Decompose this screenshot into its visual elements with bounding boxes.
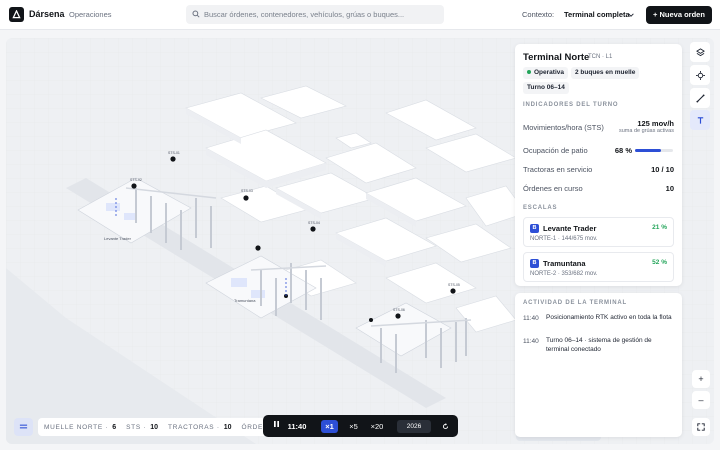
layers-tool[interactable] — [690, 42, 710, 62]
speed-x1-button[interactable]: ×1 — [321, 420, 338, 433]
search-input[interactable] — [204, 5, 440, 24]
zoom-out-button[interactable]: – — [692, 391, 710, 409]
search-box[interactable] — [186, 5, 444, 24]
context-select[interactable]: Terminal completa — [558, 5, 640, 24]
measure-tool[interactable] — [690, 88, 710, 108]
call-card[interactable]: B Levante Trader 21 % NORTE-1 · 144/675 … — [523, 217, 674, 247]
crane-label: STS-06 — [393, 308, 405, 312]
cranes-heading: ESCALAS — [523, 205, 558, 211]
reset-button[interactable] — [439, 420, 451, 433]
locate-tool[interactable] — [690, 65, 710, 85]
activity-time: 11:40 — [523, 315, 539, 322]
menu-icon — [19, 424, 28, 429]
fullscreen-icon — [697, 423, 705, 431]
search-icon — [192, 10, 200, 18]
pause-icon — [273, 421, 279, 427]
context-label: Contexto: — [522, 10, 555, 19]
activity-panel: ACTIVIDAD DE LA TERMINAL 11:40 Posiciona… — [515, 293, 682, 437]
crane-label: STS-05 — [448, 283, 460, 287]
year-field[interactable]: 2026 — [397, 420, 431, 433]
indicator-value: 10 / 10 — [651, 165, 674, 174]
call-sub: NORTE-2 · 353/682 mov. — [530, 271, 598, 277]
status-text: Operativa — [534, 69, 564, 76]
indicators-heading: INDICADORES DEL TURNO — [523, 102, 619, 108]
terminal-code: TCN · L1 — [588, 54, 613, 60]
brand-name: Dársena — [29, 9, 65, 19]
terminal-panel: Terminal Norte TCN · L1 Operativa 2 buqu… — [515, 44, 682, 286]
speed-x20-button[interactable]: ×20 — [367, 420, 387, 433]
legend-toggle[interactable] — [14, 418, 33, 436]
label-tool[interactable] — [690, 110, 710, 130]
indicator-value: 10 — [665, 184, 674, 193]
call-progress: 52 % — [652, 259, 667, 266]
simulation-bar: 11:40 ×1 ×5 ×20 2026 — [263, 415, 458, 437]
occupancy-fill — [635, 149, 661, 152]
stat-label: MUELLE NORTE · — [44, 423, 109, 431]
call-card[interactable]: B Tramuntana 52 % NORTE-2 · 353/682 mov. — [523, 252, 674, 282]
pause-button[interactable] — [271, 420, 281, 433]
status-badge: Operativa — [523, 67, 568, 79]
status-dot — [527, 70, 531, 75]
activity-time: 11:40 — [523, 338, 539, 345]
brand-separator: · — [62, 9, 65, 18]
indicator-value: 125 mov/h — [637, 119, 674, 128]
activity-heading: ACTIVIDAD DE LA TERMINAL — [523, 300, 627, 306]
refresh-icon — [442, 423, 448, 430]
logo[interactable] — [9, 7, 24, 22]
crosshair-icon — [695, 70, 705, 80]
terminal-title: Terminal Norte — [523, 52, 590, 63]
stat-value: 10 — [150, 423, 159, 431]
shift-badge: Turno 06–14 — [523, 82, 569, 94]
activity-text: Turno 06–14 · sistema de gestión de term… — [546, 337, 652, 353]
ship-label-levante: Levante Trader — [104, 236, 132, 241]
call-progress: 21 % — [652, 224, 667, 231]
indicator-label: Órdenes en curso — [523, 184, 583, 193]
crane-label: STS-02 — [130, 178, 142, 182]
text-icon — [697, 116, 703, 124]
indicator-value: 68 % — [614, 146, 632, 155]
zoom-in-button[interactable]: + — [692, 370, 710, 388]
layers-icon — [695, 47, 705, 56]
anchor-icon — [12, 10, 21, 19]
context-value: Terminal completa — [564, 10, 630, 19]
ships-badge: 2 buques en muelle — [571, 67, 640, 79]
new-order-button[interactable]: + Nueva orden — [646, 6, 712, 24]
chevron-down-icon — [628, 13, 634, 17]
call-sub: NORTE-1 · 144/675 mov. — [530, 236, 598, 242]
ship-label-tramuntana: Tramuntana — [234, 298, 256, 303]
speed-x5-button[interactable]: ×5 — [345, 420, 362, 433]
indicator-label: Movimientos/hora (STS) — [523, 123, 604, 132]
crane-label: STS-04 — [308, 221, 320, 225]
fullscreen-button[interactable] — [692, 418, 710, 436]
crane-label: STS-03 — [241, 189, 253, 193]
activity-text: Posicionamiento RTK activo en toda la fl… — [546, 314, 672, 321]
call-name: Levante Trader — [543, 224, 597, 233]
ruler-icon — [695, 93, 705, 103]
indicator-label: Tractoras en servicio — [523, 165, 593, 174]
sim-clock: 11:40 — [287, 422, 307, 431]
stat-label: TRACTORAS · — [168, 423, 220, 431]
indicator-label: Ocupación de patio — [523, 146, 588, 155]
call-name: Tramuntana — [543, 259, 586, 268]
indicator-sub: suma de grúas activas — [618, 128, 674, 134]
occupancy-bar — [635, 149, 673, 152]
section-name[interactable]: Operaciones — [69, 10, 112, 19]
stat-value: 6 — [112, 423, 117, 431]
stat-label: STS · — [126, 423, 147, 431]
top-bar: Dársena · Operaciones Contexto: Terminal… — [0, 0, 720, 30]
stat-value: 10 — [223, 423, 232, 431]
crane-label: STS-01 — [168, 151, 180, 155]
call-badge: B — [530, 224, 539, 233]
call-badge: B — [530, 259, 539, 268]
